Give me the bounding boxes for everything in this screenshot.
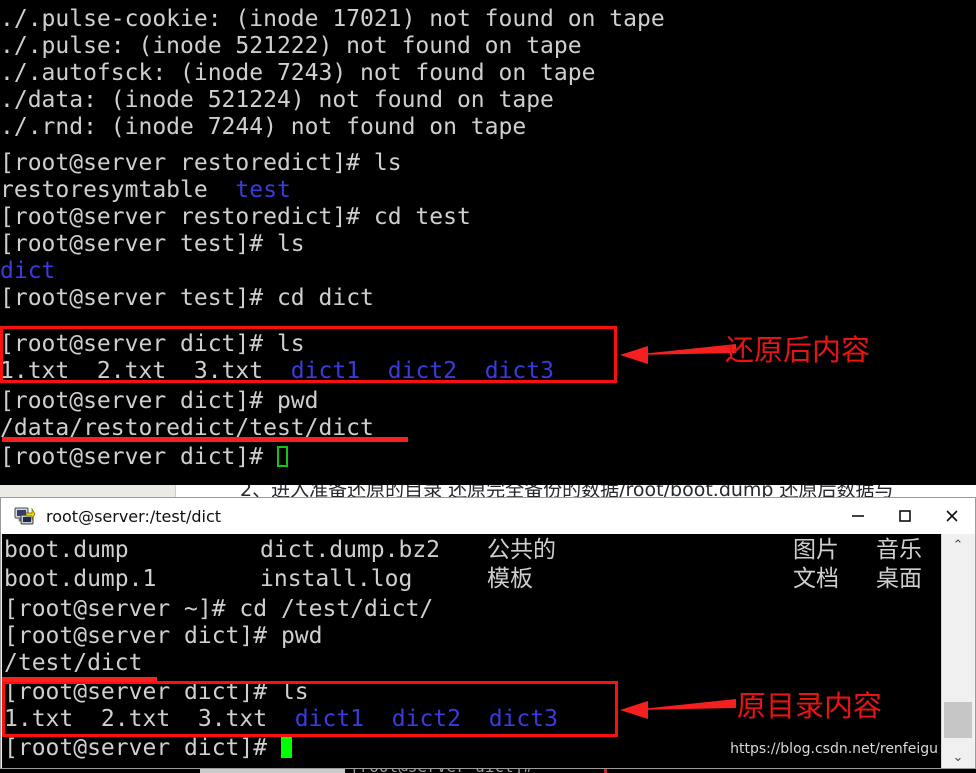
entry-gap xyxy=(461,706,489,732)
directory-entry-documents: 文档 xyxy=(793,566,839,592)
terminal-prompt-line: [root@server test]# cd dict xyxy=(0,285,374,311)
window-title: root@server:/test/dict xyxy=(46,506,222,526)
shell-command: ls xyxy=(276,331,305,357)
terminal-ls-output: 1.txt 2.txt 3.txt dict1 dict2 dict3 xyxy=(4,706,558,732)
terminal-prompt-line: [root@server dict]# pwd xyxy=(4,623,323,649)
annotation-label-restored: 还原后内容 xyxy=(725,333,871,367)
terminal-prompt-line: [root@server dict]# ls xyxy=(0,331,305,357)
watermark-text: https://blog.csdn.net/renfeigu xyxy=(730,741,938,757)
pwd-output: /test/dict xyxy=(4,650,143,676)
terminal-line: ./.autofsck: (inode 7243) not found on t… xyxy=(0,60,596,86)
file-entry: restoresymtable xyxy=(0,177,236,203)
screenshot-root: ./.pulse-cookie: (inode 17021) not found… xyxy=(0,0,976,773)
minimize-button[interactable] xyxy=(834,498,881,534)
terminal-prompt-line: [root@server restoredict]# ls xyxy=(0,150,402,176)
terminal-prompt-line: [root@server dict]# pwd xyxy=(0,388,319,414)
scrollbar-thumb[interactable] xyxy=(944,702,972,738)
shell-prompt: [root@server dict]# xyxy=(4,735,281,761)
window-buttons xyxy=(834,498,975,534)
shell-command: ls xyxy=(373,150,402,176)
shell-prompt: [root@server dict]# xyxy=(4,679,281,705)
terminal-prompt-line: [root@server dict]# xyxy=(4,735,292,761)
annotation-label-original: 原目录内容 xyxy=(737,689,883,723)
putty-computer-icon xyxy=(14,505,36,527)
shell-prompt: [root@server test]# xyxy=(0,285,277,311)
scroll-up-icon[interactable]: ⌃ xyxy=(942,534,974,556)
putty-window: root@server:/test/dict boot.dump dict.du… xyxy=(0,497,976,769)
terminal-line: ./.rnd: (inode 7244) not found on tape xyxy=(0,114,527,140)
shell-command: ls xyxy=(276,231,305,257)
directory-entry-dict3: dict3 xyxy=(488,706,558,732)
directory-entry-music: 音乐 xyxy=(876,537,922,563)
file-entries: 1.txt 2.txt 3.txt xyxy=(4,706,295,732)
shell-command: pwd xyxy=(276,388,319,414)
terminal-line: ./data: (inode 521224) not found on tape xyxy=(0,87,554,113)
shell-prompt: [root@server dict]# xyxy=(0,331,277,357)
shell-prompt: [root@server dict]# xyxy=(0,388,277,414)
directory-entry-pictures: 图片 xyxy=(793,537,839,563)
ls-output-col1: boot.dump xyxy=(4,537,129,563)
terminal-scrollbar[interactable]: ⌃ ⌄ xyxy=(941,534,974,768)
entry-gap xyxy=(360,358,388,384)
archive-entry: dict.dump.bz2 xyxy=(260,537,441,563)
terminal-ls-output: 1.txt 2.txt 3.txt dict1 dict2 dict3 xyxy=(0,358,554,384)
shell-prompt: [root@server dict]# xyxy=(0,444,277,470)
shell-prompt: [root@server restoredict]# xyxy=(0,150,374,176)
terminal-prompt-line: [root@server restoredict]# cd test xyxy=(0,204,471,230)
terminal-line: ./.pulse: (inode 521222) not found on ta… xyxy=(0,33,582,59)
directory-entry-dict2: dict2 xyxy=(387,358,457,384)
sliver-red-mark xyxy=(604,769,607,773)
window-titlebar[interactable]: root@server:/test/dict xyxy=(1,498,975,534)
shell-prompt: [root@server restoredict]# xyxy=(0,204,374,230)
terminal-output-line: restoresymtable test xyxy=(0,177,291,203)
bottom-terminal[interactable]: boot.dump dict.dump.bz2 公共的 图片 音乐 boot.d… xyxy=(2,534,943,768)
top-terminal[interactable]: ./.pulse-cookie: (inode 17021) not found… xyxy=(0,0,976,485)
shell-prompt: [root@server test]# xyxy=(0,231,277,257)
annotation-underline-pwd-bottom xyxy=(2,677,157,682)
terminal-line: ./.pulse-cookie: (inode 17021) not found… xyxy=(0,6,665,32)
terminal-prompt-line: [root@server dict]# ls xyxy=(4,679,309,705)
terminal-cursor xyxy=(276,446,288,467)
directory-entry-dict3: dict3 xyxy=(484,358,554,384)
directory-entry: test xyxy=(235,177,291,203)
directory-entry-templates: 模板 xyxy=(487,566,533,592)
directory-entry-dict1: dict1 xyxy=(294,706,365,732)
scroll-down-icon[interactable]: ⌄ xyxy=(942,746,974,768)
directory-entry-dict2: dict2 xyxy=(391,706,461,732)
terminal-cursor xyxy=(280,736,292,758)
close-button[interactable] xyxy=(928,498,975,534)
sliver-text: [root@server dict]# xyxy=(350,769,533,773)
annotation-underline-pwd xyxy=(2,437,408,442)
ls-output-col1: boot.dump.1 xyxy=(4,566,157,592)
directory-entry-desktop: 桌面 xyxy=(876,566,922,592)
directory-entry-public: 公共的 xyxy=(487,537,556,563)
annotation-arrow-restored xyxy=(620,344,736,364)
terminal-prompt-line: [root@server ~]# cd /test/dict/ xyxy=(4,596,433,622)
shell-command: cd dict xyxy=(276,285,374,311)
maximize-button[interactable] xyxy=(881,498,928,534)
shell-command: pwd xyxy=(280,623,323,649)
shell-command: cd test xyxy=(373,204,471,230)
sliver-grey-block xyxy=(200,769,345,773)
terminal-prompt-line: [root@server dict]# xyxy=(0,444,288,470)
terminal-prompt-line: [root@server test]# ls xyxy=(0,231,305,257)
entry-gap xyxy=(457,358,485,384)
log-entry: install.log xyxy=(260,566,413,592)
directory-entry-dict1: dict1 xyxy=(290,358,361,384)
shell-command: ls xyxy=(280,679,309,705)
shell-prompt: [root@server ~]# xyxy=(4,596,240,622)
directory-entry: dict xyxy=(0,258,56,284)
shell-command: cd /test/dict/ xyxy=(239,596,434,622)
shell-prompt: [root@server dict]# xyxy=(4,623,281,649)
file-entries: 1.txt 2.txt 3.txt xyxy=(0,358,291,384)
background-terminal-sliver: [root@server dict]# xyxy=(0,769,976,773)
entry-gap xyxy=(364,706,392,732)
